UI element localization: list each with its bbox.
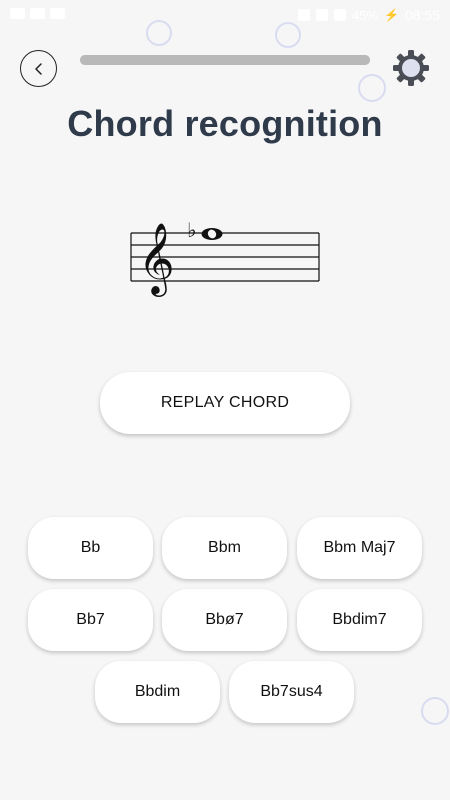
progress-bar	[80, 55, 370, 65]
image-notification-icon	[10, 8, 25, 19]
answer-button-bbm[interactable]: Bbm	[162, 517, 287, 579]
answer-button-bbdim7[interactable]: Bbdim7	[297, 589, 422, 651]
alarm-icon	[315, 9, 328, 21]
replay-chord-button[interactable]: REPLAY CHORD	[100, 372, 350, 434]
back-button[interactable]	[20, 50, 57, 87]
image-notification-icon	[30, 8, 45, 19]
message-notification-icon	[50, 8, 65, 19]
touch-indicator	[421, 697, 449, 725]
charging-icon: ⚡	[384, 8, 399, 22]
gear-icon	[393, 50, 429, 86]
answer-button-bb-half-dim7[interactable]: Bbø7	[162, 589, 287, 651]
treble-clef-icon: 𝄞	[138, 221, 175, 294]
answer-button-bb7sus4[interactable]: Bb7sus4	[229, 661, 354, 723]
answer-button-bbdim[interactable]: Bbdim	[95, 661, 220, 723]
battery-percent: 45%	[351, 7, 378, 23]
page-title: Chord recognition	[67, 103, 383, 144]
flat-accidental: ♭	[187, 218, 197, 242]
chevron-left-icon	[34, 62, 42, 75]
status-notifications	[10, 8, 65, 19]
settings-button[interactable]	[391, 48, 431, 88]
status-bar: 45% ⚡ 08:55	[0, 0, 450, 32]
touch-indicator	[275, 22, 301, 48]
wifi-icon	[333, 9, 346, 21]
status-indicators: 45% ⚡ 08:55	[297, 7, 440, 23]
answer-button-bb[interactable]: Bb	[28, 517, 153, 579]
status-time: 08:55	[404, 7, 440, 23]
music-staff: 𝄞 ♭	[130, 218, 320, 302]
answer-button-bbm-maj7[interactable]: Bbm Maj7	[297, 517, 422, 579]
whole-note-icon	[201, 228, 223, 240]
progress-fill	[80, 55, 370, 65]
touch-indicator	[358, 74, 386, 102]
touch-indicator	[146, 20, 172, 46]
bluetooth-icon	[297, 9, 310, 21]
answer-button-bb7[interactable]: Bb7	[28, 589, 153, 651]
